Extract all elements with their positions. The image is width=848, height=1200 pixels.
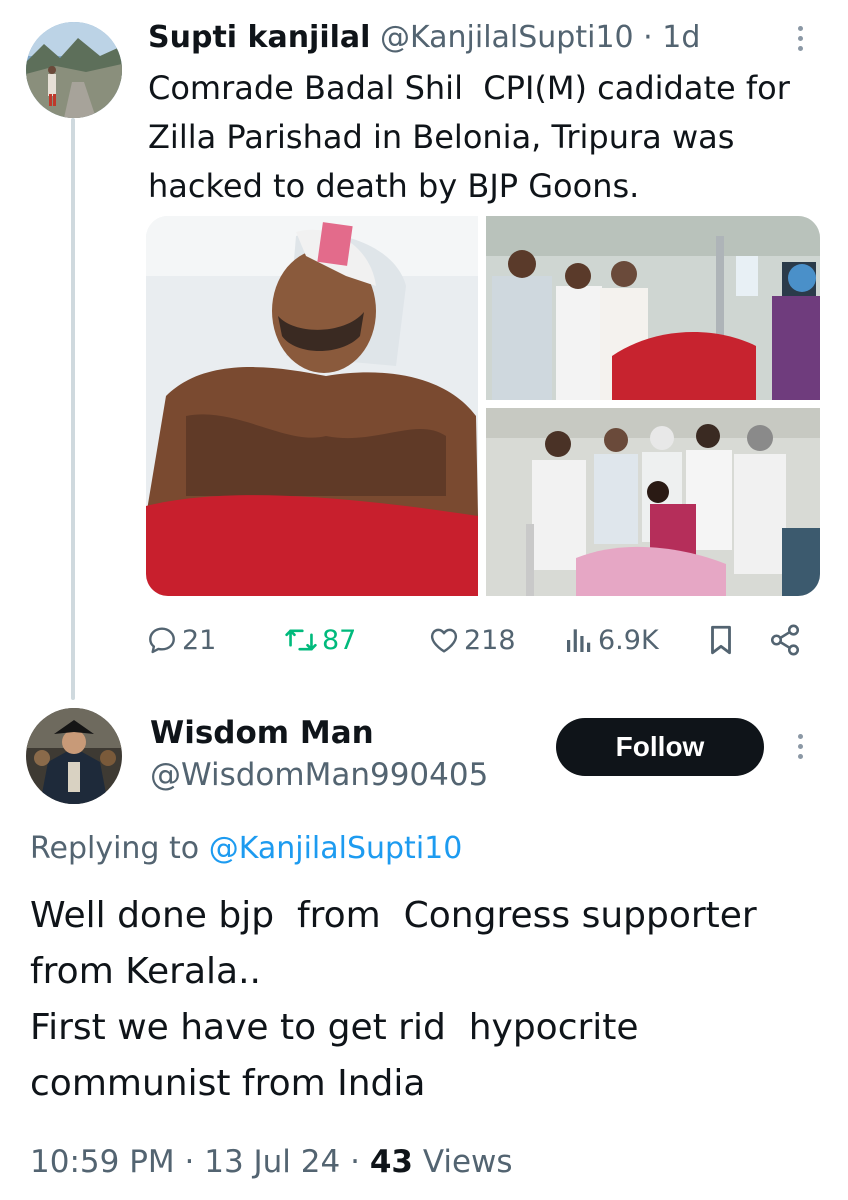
post-header: Supti kanjilal @KanjilalSupti10 · 1d: [148, 18, 700, 58]
like-button[interactable]: 218: [428, 618, 516, 662]
views-button[interactable]: 6.9K: [564, 618, 659, 662]
reply-display-name[interactable]: Wisdom Man: [150, 712, 374, 754]
views-count: 6.9K: [598, 624, 659, 656]
reply-icon: [149, 627, 175, 654]
more-icon[interactable]: [794, 26, 806, 51]
post-time[interactable]: 1d: [662, 20, 700, 55]
display-name[interactable]: Supti kanjilal: [148, 20, 370, 55]
thread-connector: [71, 118, 75, 700]
repost-icon: [285, 629, 317, 651]
replying-prefix: Replying to: [30, 831, 200, 866]
post-timestamp[interactable]: 10:59 PM: [30, 1144, 175, 1180]
bookmark-button[interactable]: [706, 618, 736, 662]
repost-button[interactable]: 87: [284, 618, 356, 662]
media-grid: [146, 216, 820, 596]
replying-to-link[interactable]: @KanjilalSupti10: [209, 831, 463, 866]
like-icon: [430, 628, 458, 653]
post-text: Comrade Badal Shil CPI(M) cadidate for Z…: [148, 69, 790, 205]
user-handle[interactable]: @KanjilalSupti10: [380, 20, 634, 55]
avatar-supti[interactable]: [26, 22, 122, 118]
share-icon: [770, 624, 800, 656]
reply-text: Well done bjp from Congress supporter fr…: [30, 895, 757, 1104]
replying-to-line: Replying to @KanjilalSupti10: [30, 828, 462, 870]
post-action-bar: 21 87 218 6.9K: [146, 618, 826, 662]
share-button[interactable]: [768, 618, 802, 662]
reply-count: 21: [182, 624, 217, 656]
views-icon: [567, 629, 591, 652]
views-label: Views: [422, 1144, 513, 1180]
separator-dot: ·: [643, 20, 653, 55]
avatar-wisdom-man[interactable]: [26, 708, 122, 804]
separator-dot: ·: [350, 1144, 360, 1180]
post-date[interactable]: 13 Jul 24: [204, 1144, 340, 1180]
bookmark-icon: [711, 625, 731, 655]
repost-count: 87: [322, 624, 357, 656]
media-image-1[interactable]: [146, 216, 478, 596]
like-count: 218: [464, 624, 516, 656]
more-icon[interactable]: [794, 734, 806, 759]
views-number: 43: [369, 1144, 413, 1180]
reply-button[interactable]: 21: [146, 618, 216, 662]
follow-button[interactable]: Follow: [556, 718, 764, 776]
media-image-3[interactable]: [486, 408, 820, 596]
separator-dot: ·: [184, 1144, 195, 1180]
media-image-2[interactable]: [486, 216, 820, 400]
post-meta: 10:59 PM · 13 Jul 24 · 43 Views: [30, 1140, 513, 1184]
reply-user-handle[interactable]: @WisdomMan990405: [150, 754, 488, 796]
